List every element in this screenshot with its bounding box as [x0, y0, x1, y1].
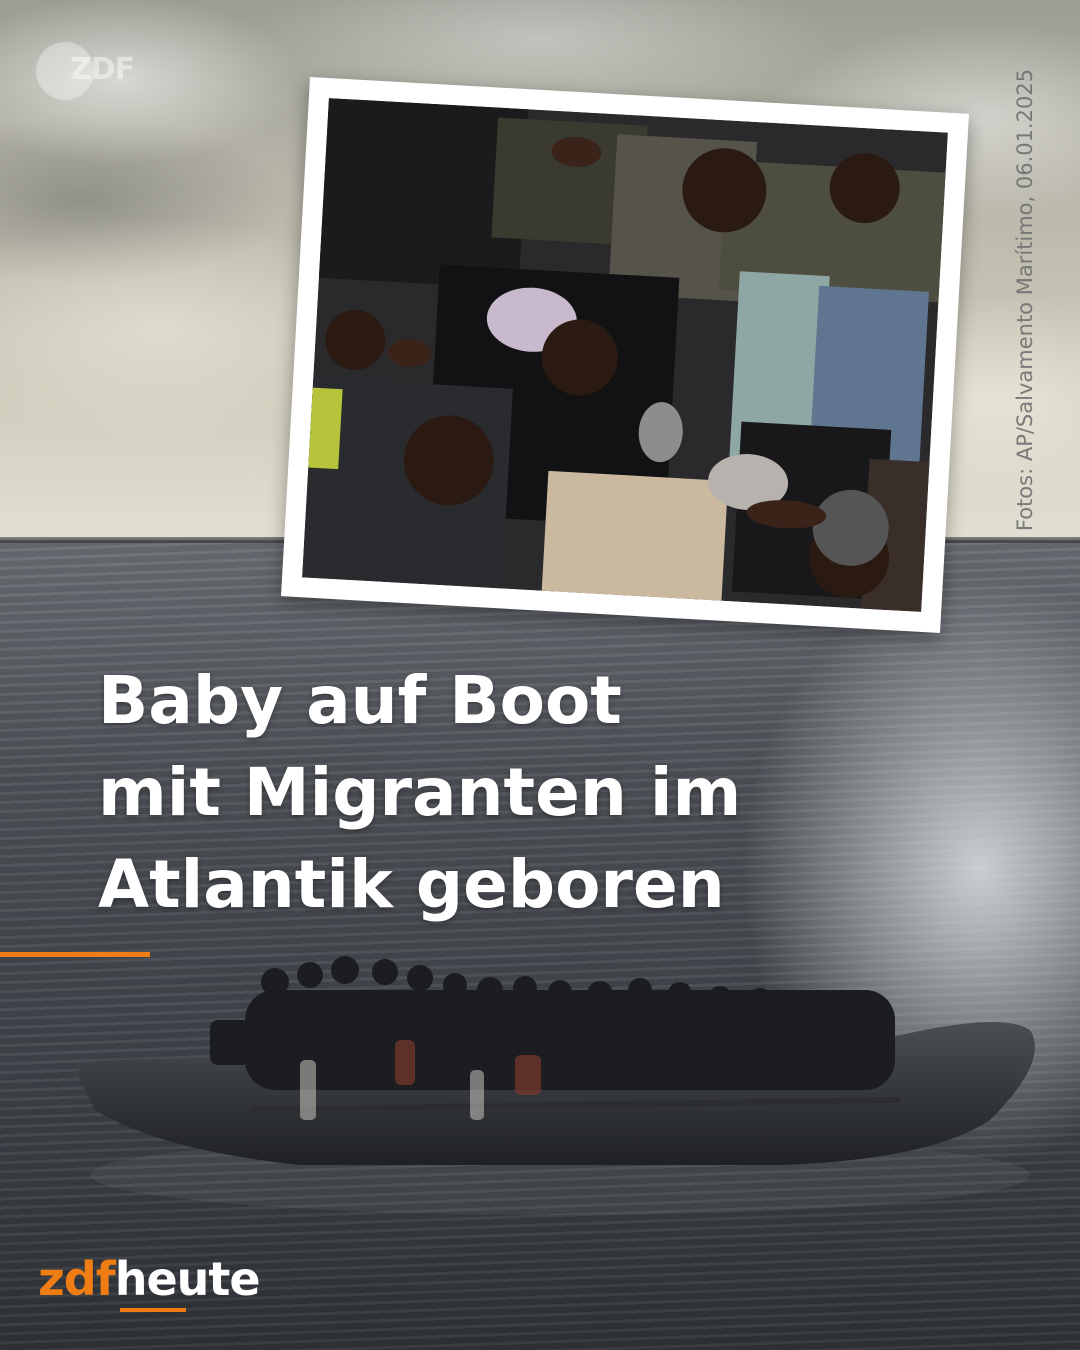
inset-photo: [302, 98, 948, 612]
headline: Baby auf Boot mit Migranten im Atlantik …: [98, 655, 998, 931]
logo-zdf-text: zdf: [38, 1252, 116, 1306]
headline-line-3: Atlantik geboren: [98, 846, 725, 923]
logo-underline: [120, 1308, 186, 1312]
logo-heute-text: heute: [114, 1252, 261, 1306]
headline-line-2: mit Migranten im: [98, 754, 742, 831]
zdfheute-logo: zdfheute: [38, 1252, 261, 1312]
accent-rule: [0, 952, 150, 957]
photo-credit: Fotos: AP/Salvamento Marítimo, 06.01.202…: [1013, 68, 1037, 532]
headline-line-1: Baby auf Boot: [98, 662, 622, 739]
zdf-watermark-text: ZDF: [70, 52, 135, 87]
photo-frame: [281, 76, 969, 634]
social-post-card: ZDF Fotos: AP/Salvamento Marítimo, 06.01…: [0, 0, 1080, 1350]
